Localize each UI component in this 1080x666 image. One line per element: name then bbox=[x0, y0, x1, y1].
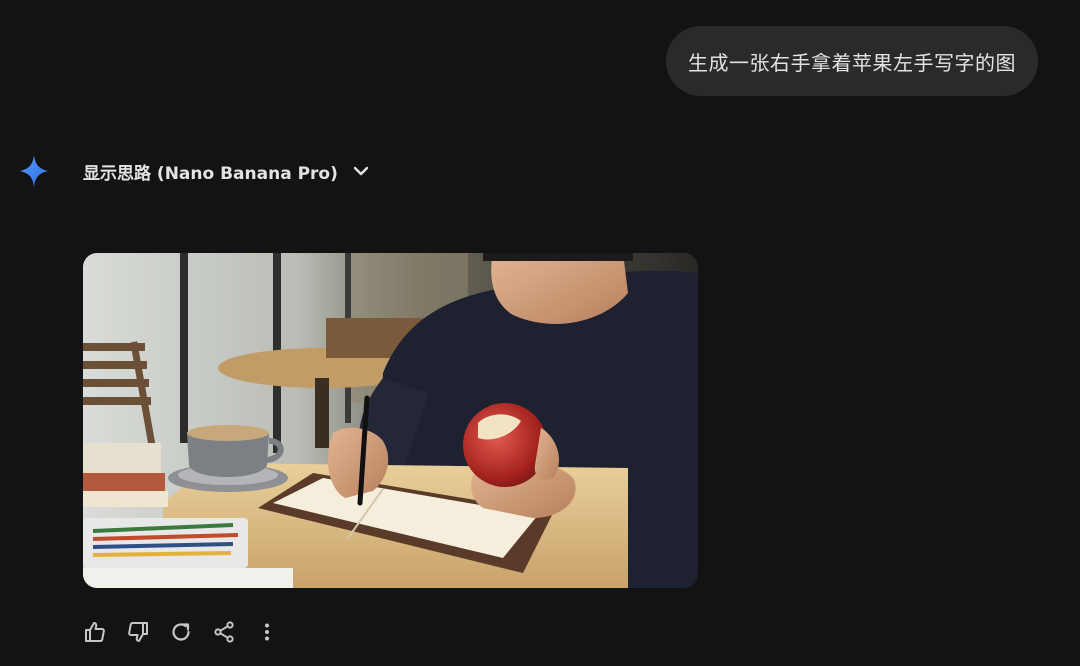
regenerate-button[interactable] bbox=[166, 614, 196, 650]
model-response-header: 显示思路 (Nano Banana Pro) bbox=[18, 152, 370, 190]
generated-image-artwork bbox=[83, 253, 698, 588]
generated-image[interactable] bbox=[83, 253, 698, 588]
refresh-icon bbox=[172, 623, 190, 641]
share-button[interactable] bbox=[209, 614, 239, 650]
thumbs-up-button[interactable] bbox=[80, 614, 110, 650]
thumbs-down-icon bbox=[128, 622, 148, 642]
thumbs-down-button[interactable] bbox=[123, 614, 153, 650]
share-icon bbox=[214, 621, 234, 643]
user-prompt-bubble: 生成一张右手拿着苹果左手写字的图 bbox=[666, 26, 1038, 96]
response-action-bar bbox=[80, 614, 295, 650]
chat-page: 生成一张右手拿着苹果左手写字的图 显示思路 (Nano Banana Pro) bbox=[0, 0, 1080, 666]
more-vert-icon bbox=[265, 623, 269, 641]
sparkle-icon bbox=[20, 155, 48, 187]
show-thoughts-label: 显示思路 (Nano Banana Pro) bbox=[83, 163, 338, 184]
chevron-down-icon bbox=[353, 166, 369, 176]
show-thoughts-toggle[interactable]: 显示思路 (Nano Banana Pro) bbox=[83, 159, 370, 184]
user-prompt-text: 生成一张右手拿着苹果左手写字的图 bbox=[688, 50, 1016, 75]
more-options-button[interactable] bbox=[252, 614, 282, 650]
thumbs-up-icon bbox=[85, 622, 105, 642]
